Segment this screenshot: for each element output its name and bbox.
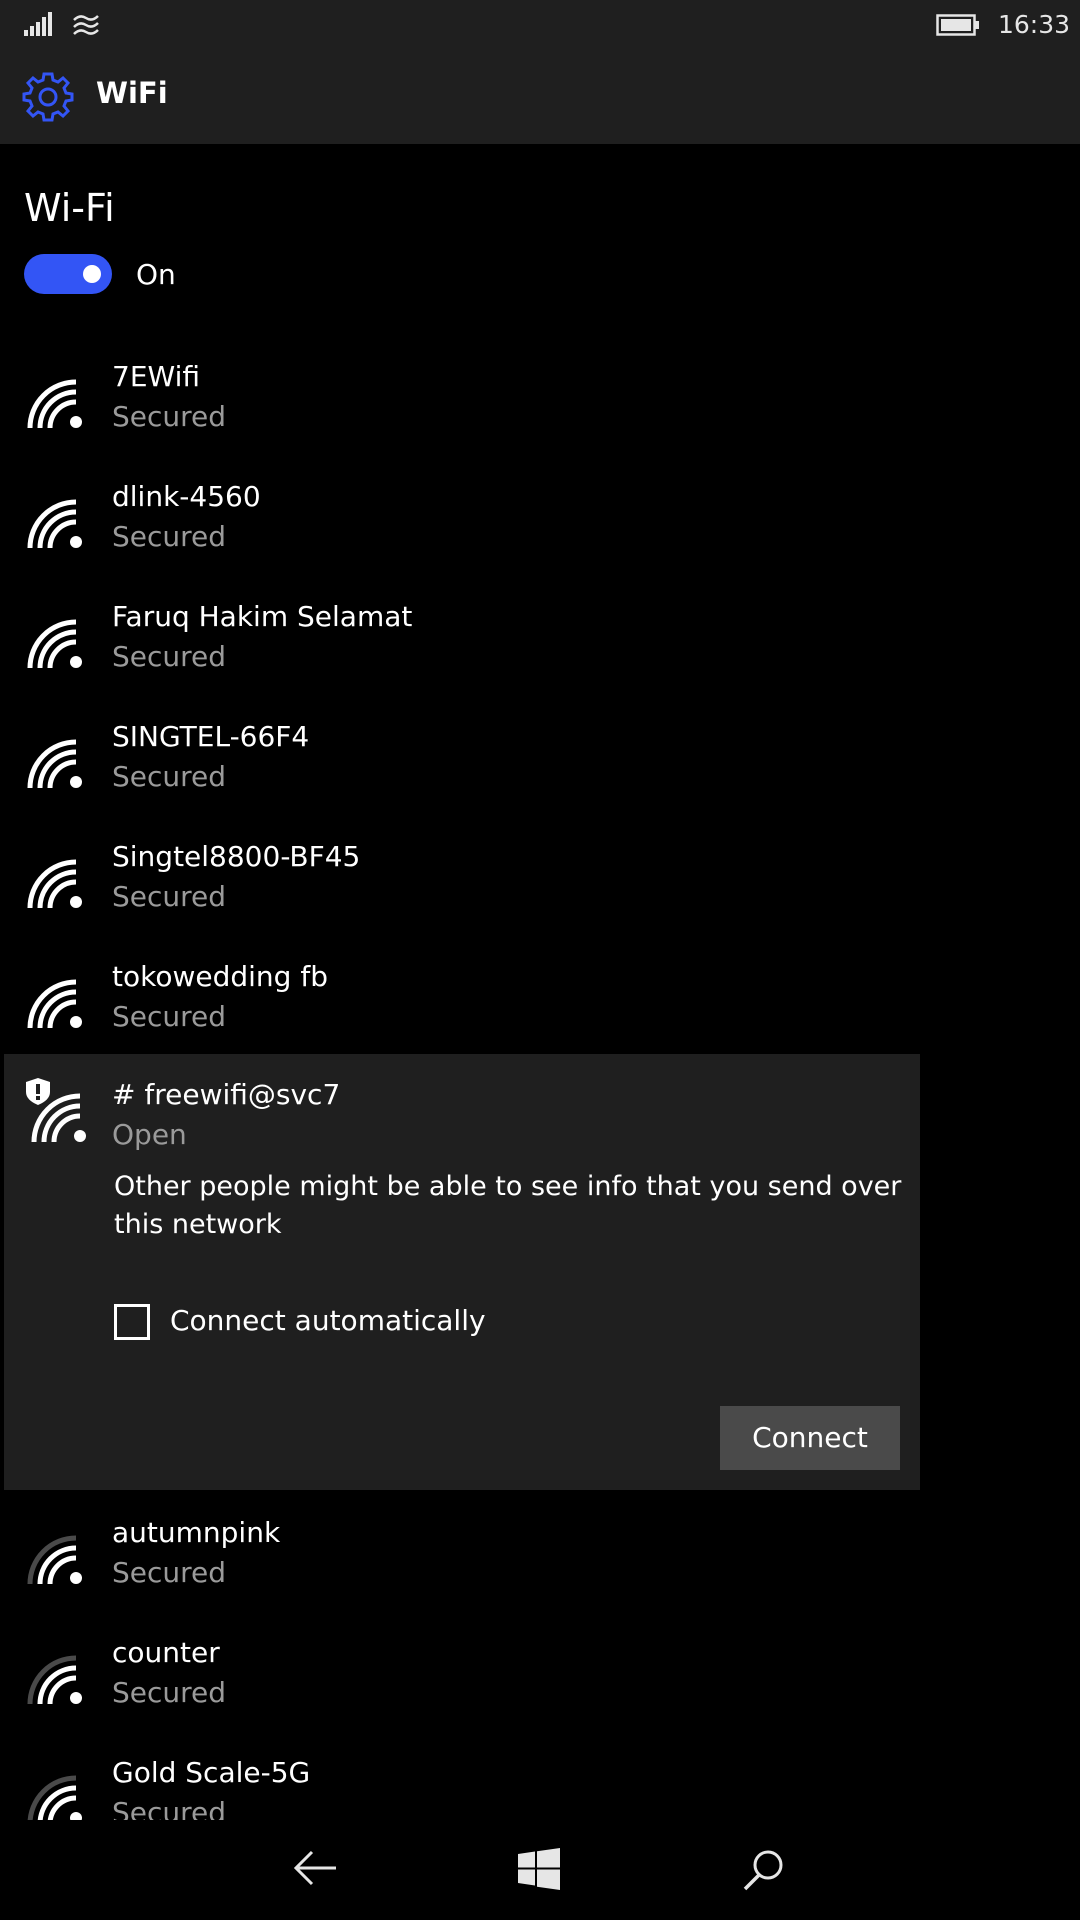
network-name: Faruq Hakim Selamat [112,600,413,633]
wifi-signal-weak-icon [24,1646,84,1710]
network-name: Gold Scale-5G [112,1756,311,1789]
network-item[interactable]: tokowedding fb Secured [0,950,1080,1070]
wifi-signal-icon [24,970,84,1034]
network-status: Open [112,1118,187,1151]
open-network-warning-icon [24,1074,88,1148]
page-title: WiFi [96,76,168,110]
network-item[interactable]: Faruq Hakim Selamat Secured [0,590,1080,710]
toggle-knob [83,265,101,283]
back-icon[interactable] [293,1850,338,1890]
network-name: SINGTEL-66F4 [112,720,310,753]
network-name: autumnpink [112,1516,281,1549]
network-name: tokowedding fb [112,960,328,993]
battery-icon [936,14,980,40]
network-status: Secured [112,760,227,793]
wifi-signal-icon [24,610,84,674]
network-name: 7EWifi [112,360,200,393]
selected-network-panel[interactable]: # freewifi@svc7 Open Other people might … [4,1054,920,1490]
wifi-status-icon [72,10,100,40]
status-bar: 16:33 [0,0,1080,48]
search-icon[interactable] [742,1848,786,1896]
gear-icon [22,70,74,126]
connect-button[interactable]: Connect [720,1406,900,1470]
network-status: Secured [112,1000,227,1033]
network-item[interactable]: 7EWifi Secured [0,350,1080,470]
network-status: Secured [112,880,227,913]
windows-home-icon[interactable] [518,1848,560,1894]
wifi-toggle[interactable] [24,254,112,294]
wifi-signal-icon [24,490,84,554]
signal-icon [24,12,54,40]
wifi-signal-weak-icon [24,1526,84,1590]
network-status: Secured [112,640,227,673]
wifi-signal-icon [24,730,84,794]
open-network-warning: Other people might be able to see info t… [114,1171,902,1240]
wifi-section-title: Wi-Fi [24,186,115,230]
network-name: Singtel8800-BF45 [112,840,361,873]
network-name: counter [112,1636,220,1669]
network-item[interactable]: SINGTEL-66F4 Secured [0,710,1080,830]
wifi-toggle-state: On [136,258,176,291]
app-title-bar: WiFi [0,48,1080,144]
network-status: Secured [112,1556,227,1589]
network-name: # freewifi@svc7 [112,1078,341,1111]
connect-automatically-checkbox[interactable] [114,1304,150,1340]
network-name: dlink-4560 [112,480,261,513]
connect-automatically-label[interactable]: Connect automatically [170,1304,486,1337]
network-item[interactable]: Singtel8800-BF45 Secured [0,830,1080,950]
network-item[interactable]: autumnpink Secured [0,1506,1080,1626]
wifi-signal-icon [24,370,84,434]
wifi-signal-icon [24,850,84,914]
network-item[interactable]: counter Secured [0,1626,1080,1746]
navigation-bar [0,1820,1080,1920]
network-status: Secured [112,1676,227,1709]
clock: 16:33 [998,10,1071,39]
network-status: Secured [112,520,227,553]
network-item[interactable]: dlink-4560 Secured [0,470,1080,590]
network-status: Secured [112,400,227,433]
